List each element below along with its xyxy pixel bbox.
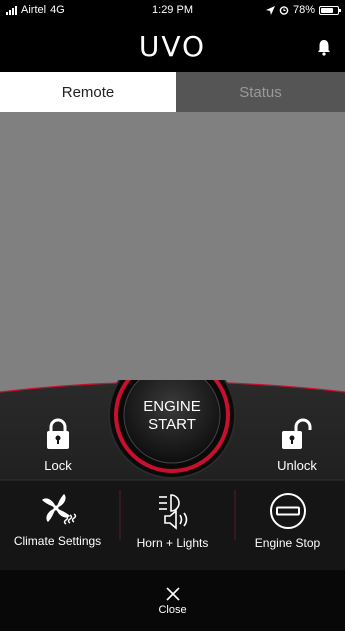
status-bar: Airtel 4G 1:29 PM 78%: [0, 0, 345, 20]
close-label: Close: [158, 604, 187, 616]
horn-lights-label: Horn + Lights: [136, 536, 209, 550]
unlock-icon: [282, 418, 312, 449]
battery-percent: 78%: [292, 4, 315, 16]
close-icon: [165, 587, 180, 601]
horn-lights-button[interactable]: Horn + Lights: [115, 492, 230, 550]
uvo-logo: UVO: [138, 30, 207, 63]
close-button[interactable]: Close: [0, 586, 345, 616]
remote-content-area: [0, 112, 345, 402]
status-icons: 78%: [265, 4, 341, 16]
climate-settings-button[interactable]: Climate Settings: [0, 492, 115, 548]
lock-icon: [47, 418, 69, 449]
lock-label: Lock: [44, 458, 72, 473]
bell-icon[interactable]: [315, 38, 333, 56]
horn-lights-icon: [158, 494, 187, 530]
location-icon: [265, 5, 275, 15]
tab-status[interactable]: Status: [176, 72, 345, 112]
app-header: UVO: [0, 20, 345, 72]
unlock-button[interactable]: Unlock: [257, 418, 337, 473]
tab-remote[interactable]: Remote: [0, 72, 176, 112]
fan-icon: [41, 494, 76, 525]
action-row: Climate Settings Horn + Lights Engine St…: [0, 492, 345, 572]
climate-settings-label: Climate Settings: [13, 534, 102, 548]
unlock-label: Unlock: [277, 458, 317, 473]
alarm-icon: [279, 6, 289, 15]
tab-bar: Remote Status: [0, 72, 345, 112]
engine-stop-icon: [269, 493, 306, 529]
control-panel: ENGINE START Lock Unlock Climate Setting…: [0, 380, 345, 631]
engine-start-label: ENGINE START: [143, 398, 201, 433]
engine-start-button[interactable]: ENGINE START: [107, 380, 237, 480]
engine-stop-label: Engine Stop: [254, 536, 321, 550]
lock-button[interactable]: Lock: [18, 418, 98, 473]
battery-icon: [319, 5, 341, 15]
engine-stop-button[interactable]: Engine Stop: [230, 492, 345, 550]
